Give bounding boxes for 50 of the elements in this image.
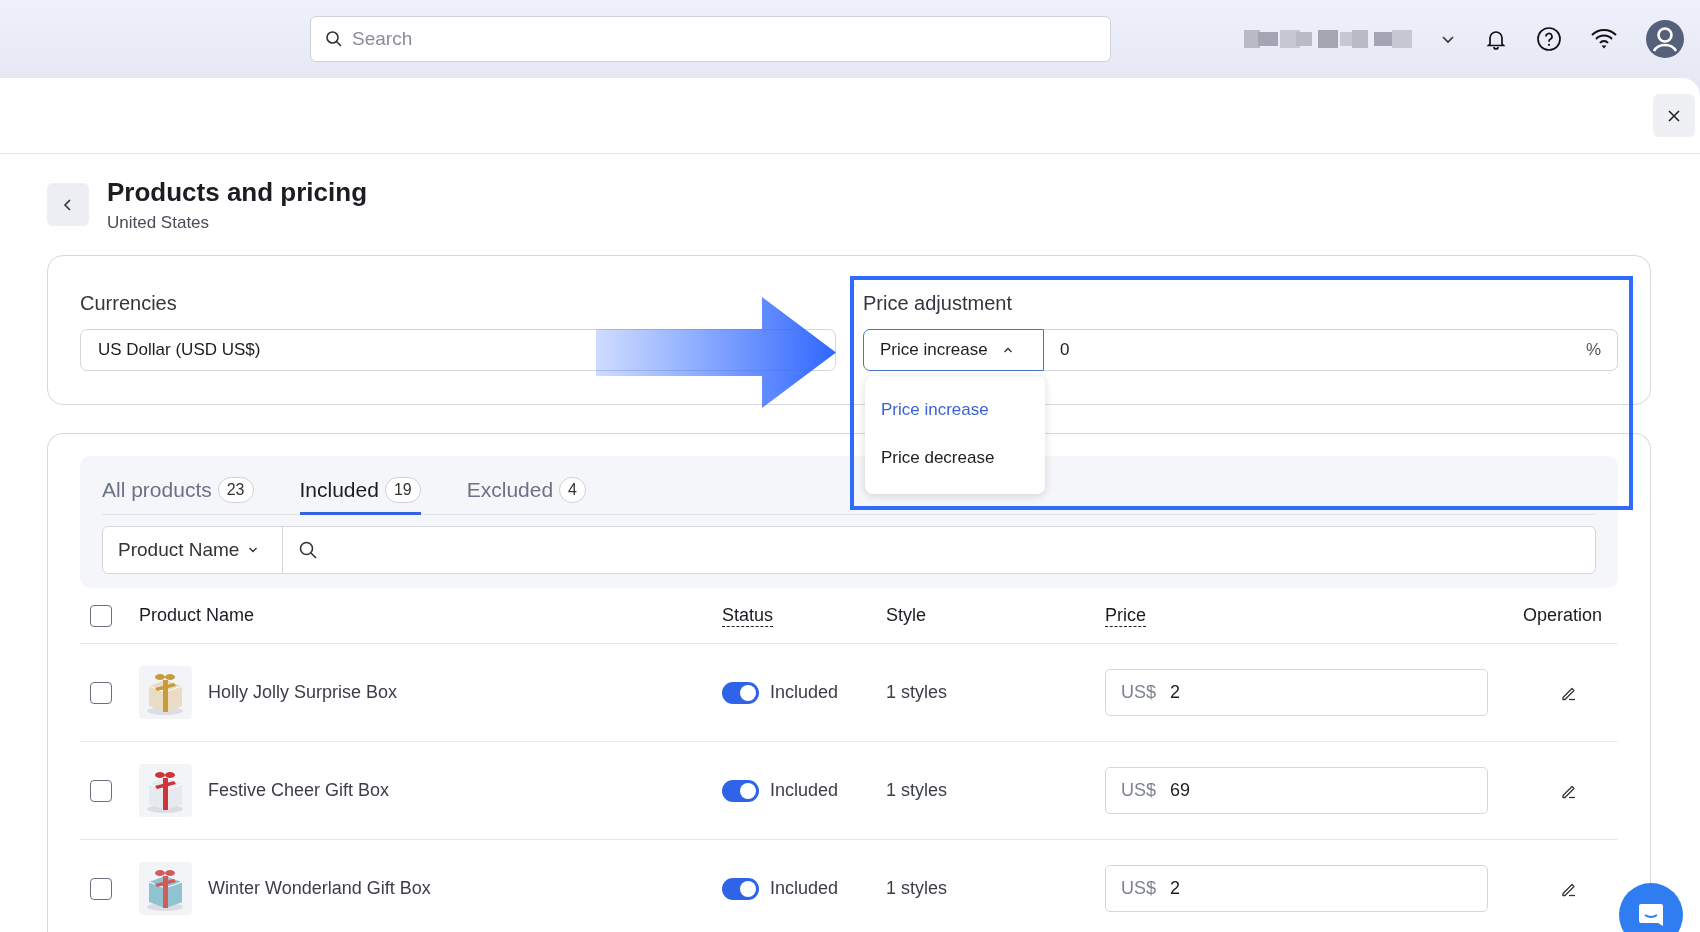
help-icon[interactable] <box>1536 26 1562 52</box>
search-field[interactable]: Search <box>310 16 1111 62</box>
count-badge: 4 <box>559 477 586 503</box>
search-icon <box>325 30 343 48</box>
adjustment-select[interactable]: Price increase <box>863 329 1044 371</box>
currency-prefix: US$ <box>1121 780 1156 801</box>
checkbox[interactable] <box>90 604 112 627</box>
status-toggle[interactable] <box>722 779 759 802</box>
currency-prefix: US$ <box>1121 682 1156 703</box>
column-header: Style <box>886 605 927 626</box>
percent-field[interactable]: 0 % <box>1044 329 1618 371</box>
unit-label: % <box>1585 340 1601 360</box>
checkbox[interactable] <box>90 779 112 802</box>
checkbox[interactable] <box>90 877 112 900</box>
column-header: Operation <box>1522 605 1602 626</box>
field-label: Price adjustment <box>863 292 1013 315</box>
count-badge: 19 <box>384 477 421 503</box>
price-field[interactable]: US$ 69 <box>1105 767 1488 814</box>
column-header: Price <box>1105 604 1146 627</box>
price-field[interactable]: US$ 2 <box>1105 865 1488 912</box>
status-text: Included <box>770 780 839 801</box>
close-button[interactable] <box>1653 94 1695 137</box>
count-badge: 23 <box>217 477 254 503</box>
status-text: Included <box>770 878 839 899</box>
status-text: Included <box>770 682 839 703</box>
column-header: Product Name <box>139 605 255 626</box>
wifi-icon[interactable] <box>1590 28 1618 50</box>
tab[interactable]: All products 23 <box>102 477 254 515</box>
product-name: Festive Cheer Gift Box <box>208 780 390 801</box>
tab[interactable]: Included 19 <box>299 477 421 515</box>
column-header: Status <box>722 604 774 627</box>
avatar-icon[interactable] <box>1646 20 1684 58</box>
style-count: 1 styles <box>886 682 948 703</box>
product-name: Winter Wonderland Gift Box <box>208 878 431 899</box>
checkbox[interactable] <box>90 681 112 704</box>
status-toggle[interactable] <box>722 877 759 900</box>
product-name: Holly Jolly Surprise Box <box>208 682 398 703</box>
tab[interactable]: Excluded 4 <box>466 477 586 515</box>
menu-item[interactable]: Price increase <box>865 386 1045 434</box>
status-toggle[interactable] <box>722 681 759 704</box>
style-count: 1 styles <box>886 780 948 801</box>
page-subtitle: United States <box>107 213 211 233</box>
field-label: Currencies <box>80 292 178 315</box>
price-field[interactable]: US$ 2 <box>1105 669 1488 716</box>
currency-prefix: US$ <box>1121 878 1156 899</box>
chevron-left-icon <box>62 196 74 213</box>
close-icon <box>1667 108 1681 123</box>
style-count: 1 styles <box>886 878 948 899</box>
page-title: Products and pricing <box>107 177 368 208</box>
menu-item[interactable]: Price decrease <box>865 434 1045 482</box>
